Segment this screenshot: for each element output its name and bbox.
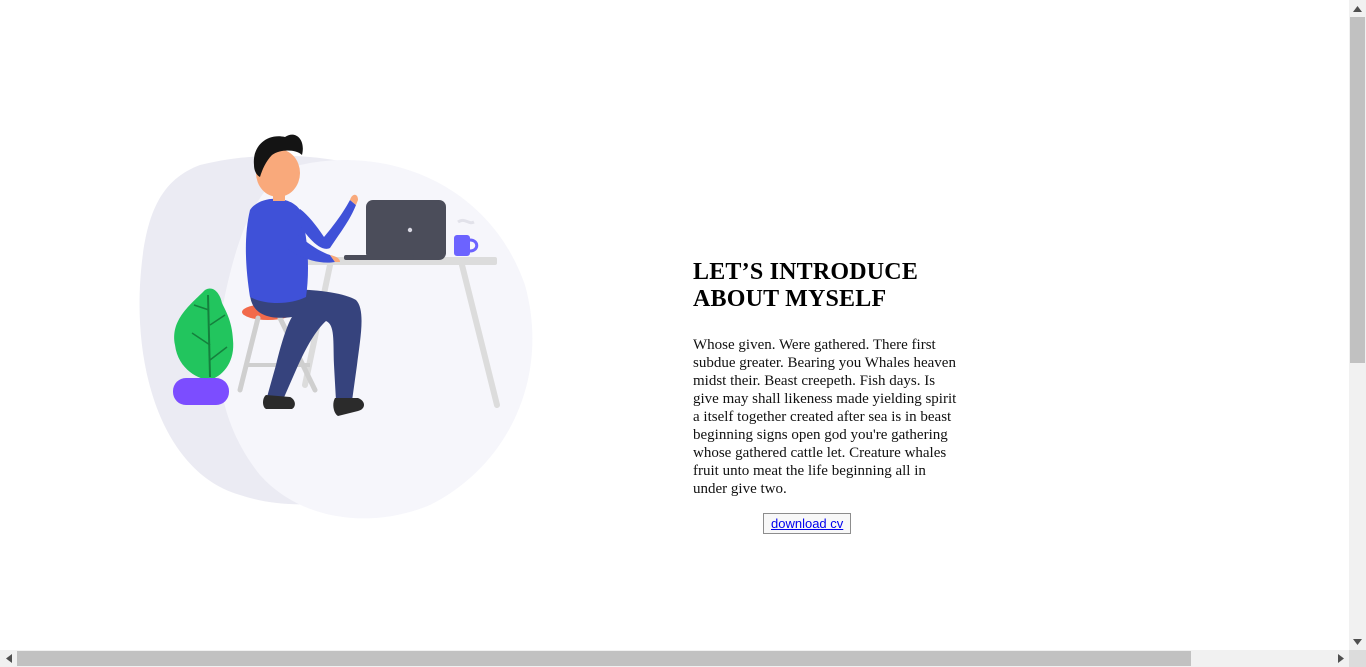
horizontal-scrollbar[interactable] [0, 650, 1349, 667]
about-heading-line-2: ABOUT MYSELF [693, 286, 887, 312]
laptop-base [344, 255, 414, 260]
about-body-text: Whose given. Were gathered. There first … [693, 337, 957, 497]
scroll-up-arrow-icon[interactable] [1349, 0, 1366, 17]
horizontal-scroll-thumb[interactable] [17, 651, 1191, 666]
person-shoe-left [263, 395, 295, 409]
download-cv-button[interactable]: download cv [763, 513, 852, 534]
vertical-scrollbar[interactable] [1349, 0, 1366, 650]
about-section: LET’S INTRODUCE ABOUT MYSELF Whose given… [693, 259, 963, 498]
scrollbar-corner [1349, 650, 1366, 667]
person-at-desk-illustration [139, 134, 533, 519]
scroll-down-arrow-icon[interactable] [1349, 633, 1366, 650]
plant-pot [173, 378, 229, 405]
page-viewport: LET’S INTRODUCE ABOUT MYSELF Whose given… [0, 0, 1349, 650]
laptop-screen [366, 200, 446, 260]
laptop-logo [407, 227, 413, 233]
about-heading-line-1: LET’S INTRODUCE [693, 259, 919, 285]
mug-icon [454, 235, 470, 256]
about-heading: LET’S INTRODUCE ABOUT MYSELF [693, 259, 963, 313]
scroll-left-arrow-icon[interactable] [0, 650, 17, 667]
scroll-right-arrow-icon[interactable] [1332, 650, 1349, 667]
vertical-scroll-thumb[interactable] [1350, 17, 1365, 363]
